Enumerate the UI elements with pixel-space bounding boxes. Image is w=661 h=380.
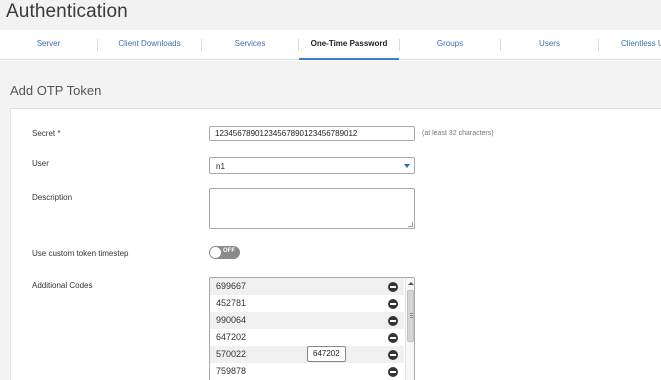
list-item[interactable]: 759878 — [210, 363, 404, 380]
remove-icon[interactable] — [388, 367, 398, 377]
user-select[interactable]: n1 — [209, 157, 415, 174]
remove-icon[interactable] — [388, 350, 398, 360]
secret-hint: (at least 32 characters) — [422, 130, 494, 137]
remove-icon[interactable] — [388, 282, 398, 292]
chevron-down-icon — [404, 164, 410, 168]
tab-clientless-users[interactable]: Clientless U — [599, 30, 661, 60]
tab-services[interactable]: Services — [202, 30, 298, 60]
secret-label: Secret * — [32, 129, 61, 138]
grip-line — [410, 313, 413, 314]
tab-users[interactable]: Users — [501, 30, 598, 60]
resize-grip-icon[interactable] — [408, 222, 413, 227]
code-value: 452781 — [216, 298, 247, 308]
code-value: 990064 — [216, 315, 247, 325]
additional-codes-list[interactable]: 699667 452781 990064 647202 570022 75987… — [209, 277, 415, 380]
tab-groups[interactable]: Groups — [400, 30, 500, 60]
list-item[interactable]: 699667 — [210, 278, 404, 295]
list-item[interactable]: 990064 — [210, 312, 404, 329]
content-area: Add OTP Token Secret * (at least 32 char… — [0, 61, 661, 380]
description-textarea[interactable] — [209, 188, 415, 229]
list-item[interactable]: 647202 — [210, 329, 404, 346]
page-title: Authentication — [6, 1, 128, 22]
otp-token-form: Secret * (at least 32 characters) User n… — [10, 108, 661, 380]
timestep-label: Use custom token timestep — [32, 249, 129, 258]
remove-icon[interactable] — [388, 299, 398, 309]
section-title: Add OTP Token — [10, 83, 102, 98]
list-item[interactable]: 452781 — [210, 295, 404, 312]
user-select-value: n1 — [216, 162, 225, 171]
tab-client-downloads[interactable]: Client Downloads — [98, 30, 201, 60]
tab-one-time-password[interactable]: One-Time Password — [299, 30, 399, 60]
user-label: User — [32, 159, 49, 168]
description-label: Description — [32, 193, 73, 202]
timestep-toggle[interactable]: OFF — [209, 246, 240, 259]
code-value: 570022 — [216, 349, 247, 359]
toggle-knob — [210, 247, 221, 258]
secret-input[interactable] — [209, 126, 415, 141]
code-tooltip: 647202 — [307, 346, 346, 362]
remove-icon[interactable] — [388, 333, 398, 343]
grip-line — [410, 317, 413, 318]
page-header: Authentication — [0, 0, 661, 30]
grip-line — [410, 315, 413, 316]
toggle-state: OFF — [223, 248, 235, 254]
tab-server[interactable]: Server — [0, 30, 97, 60]
code-value: 759878 — [216, 366, 247, 376]
remove-icon[interactable] — [388, 316, 398, 326]
additional-codes-label: Additional Codes — [32, 281, 93, 290]
scroll-up-arrow-icon[interactable] — [408, 282, 414, 285]
scroll-thumb[interactable] — [407, 290, 414, 342]
list-scrollbar[interactable] — [405, 278, 414, 380]
code-value: 647202 — [216, 332, 247, 342]
tab-bar: Server Client Downloads Services One-Tim… — [0, 30, 661, 60]
code-value: 699667 — [216, 281, 247, 291]
